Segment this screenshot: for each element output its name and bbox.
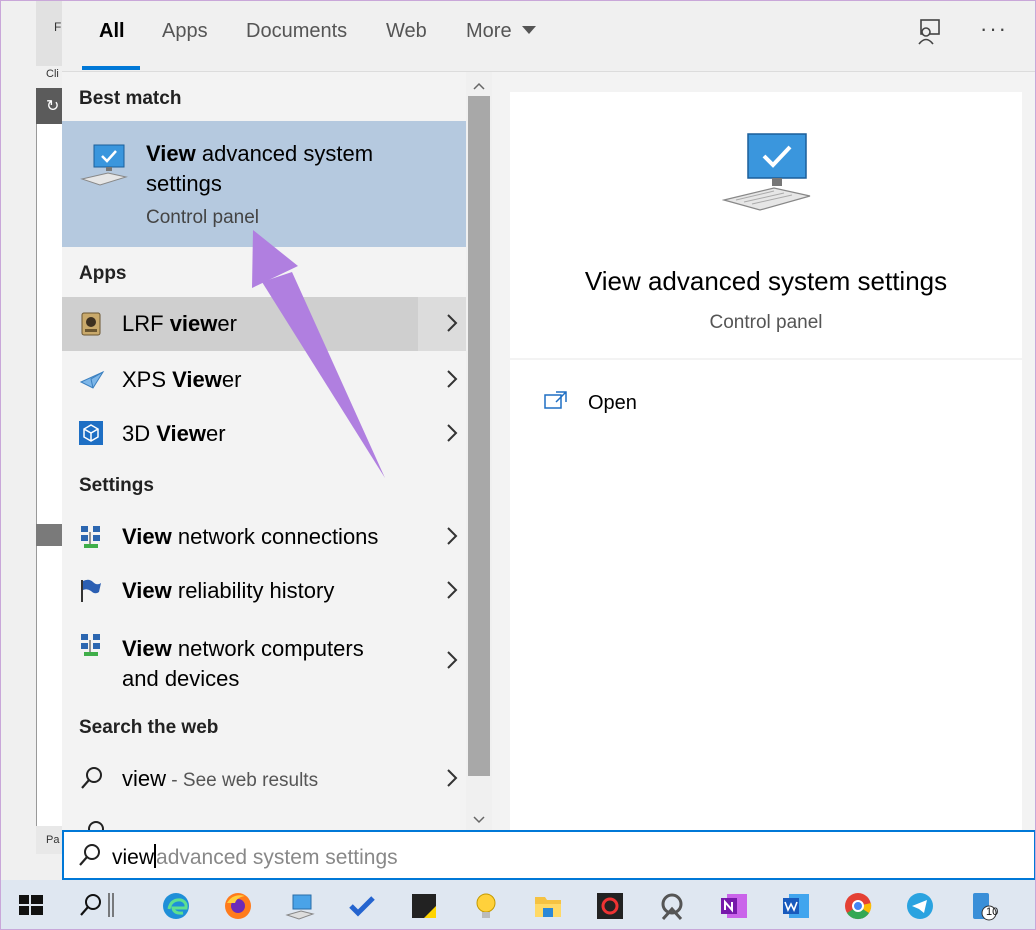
scroll-down-icon[interactable]: [473, 812, 485, 830]
app-item-3d-viewer[interactable]: 3D Viewer: [62, 407, 466, 461]
best-match-title: View advanced system settings: [146, 141, 374, 196]
search-input[interactable]: viewadvanced system settings: [62, 830, 1036, 880]
search-icon: [78, 843, 102, 872]
settings-label: View network connections: [122, 524, 379, 549]
chevron-right-icon: [446, 526, 458, 551]
scrollbar-thumb[interactable]: [468, 96, 490, 776]
computer-monitor-icon: [80, 143, 128, 192]
scroll-up-icon[interactable]: [473, 78, 485, 96]
preview-title: View advanced system settings: [584, 266, 948, 296]
refresh-icon: ↻: [46, 98, 60, 115]
best-match-header: Best match: [79, 88, 182, 109]
app-label: LRF viewer: [122, 311, 237, 336]
tab-more-label: More: [466, 20, 512, 42]
chevron-right-icon: [446, 313, 458, 338]
app-label: 3D Viewer: [122, 421, 226, 446]
background-refresh-bar: ↻: [36, 88, 62, 124]
app-icon[interactable]: [646, 880, 696, 930]
search-icon: [80, 766, 104, 795]
background-label-cli: Cli: [46, 68, 59, 80]
onenote-icon[interactable]: [708, 880, 758, 930]
network-icon: [79, 524, 103, 555]
tab-all[interactable]: All: [99, 20, 125, 43]
app-label: XPS Viewer: [122, 367, 242, 392]
settings-label: View network computers and devices: [122, 636, 364, 691]
phone-badge: 10: [986, 906, 999, 918]
3d-viewer-icon: [79, 421, 103, 450]
search-icon: [82, 820, 106, 830]
results-list: Best match View advanced system settings…: [62, 72, 466, 830]
preview-actions: Open: [510, 360, 1022, 830]
tips-icon[interactable]: [460, 880, 510, 930]
preview-pane: View advanced system settings Control pa…: [492, 72, 1036, 830]
search-typed-text: view: [112, 846, 155, 869]
chevron-right-icon: [446, 650, 458, 675]
settings-label: View reliability history: [122, 578, 335, 603]
app-item-lrf-viewer[interactable]: LRF viewer: [62, 297, 466, 351]
background-panel: [36, 124, 62, 524]
best-match-subtitle: Control panel: [146, 207, 260, 228]
settings-header: Settings: [79, 475, 154, 496]
search-panel: All Apps Documents Web More ··· Best mat…: [62, 0, 1036, 880]
sticky-notes-icon[interactable]: [398, 880, 448, 930]
obs-icon[interactable]: [584, 880, 634, 930]
search-query: viewadvanced system settings: [112, 844, 398, 870]
todo-icon[interactable]: [336, 880, 386, 930]
web-result-item[interactable]: view - See web results: [62, 752, 466, 806]
lrf-viewer-icon: [80, 311, 102, 342]
chevron-down-icon: [521, 26, 536, 34]
taskbar-divider: [104, 880, 124, 930]
network-icon: [79, 632, 103, 663]
taskbar: 10: [0, 880, 1036, 930]
settings-item-network-connections[interactable]: View network connections: [62, 510, 466, 564]
search-tabs: All Apps Documents Web More ···: [62, 0, 1036, 72]
tab-active-indicator: [82, 66, 140, 70]
best-match-item[interactable]: View advanced system settings Control pa…: [62, 121, 466, 247]
file-explorer-icon[interactable]: [522, 880, 572, 930]
app-item-xps-viewer[interactable]: XPS Viewer: [62, 353, 466, 407]
background-panel-lower: [36, 546, 62, 826]
feedback-icon[interactable]: [916, 18, 942, 51]
background-label-pa: Pa: [46, 834, 60, 846]
word-icon[interactable]: [770, 880, 820, 930]
computer-monitor-icon: [721, 130, 814, 219]
background-window: F Cli ↻ Pa: [0, 0, 62, 880]
web-result-label: view - See web results: [122, 766, 319, 791]
preview-card: View advanced system settings Control pa…: [510, 92, 1022, 358]
chevron-right-icon: [446, 580, 458, 605]
chevron-right-icon: [446, 768, 458, 793]
settings-item-reliability-history[interactable]: View reliability history: [62, 564, 466, 618]
windows-start-icon[interactable]: [6, 880, 56, 930]
firefox-icon[interactable]: [212, 880, 262, 930]
tab-apps[interactable]: Apps: [162, 20, 208, 43]
tab-documents[interactable]: Documents: [246, 20, 347, 43]
open-action[interactable]: Open: [588, 392, 637, 415]
chrome-icon[interactable]: [832, 880, 882, 930]
tab-web[interactable]: Web: [386, 20, 427, 43]
search-autocomplete: advanced system settings: [156, 846, 398, 869]
chevron-right-icon: [446, 369, 458, 394]
remote-desktop-icon[interactable]: [274, 880, 324, 930]
web-result-item-partial[interactable]: [62, 814, 466, 830]
settings-item-network-computers[interactable]: View network computers and devices: [62, 620, 466, 700]
background-label-f: F: [54, 20, 62, 34]
background-band: [36, 524, 62, 546]
flag-icon: [79, 578, 103, 609]
phone-icon[interactable]: 10: [956, 880, 1006, 930]
preview-subtitle: Control panel: [709, 312, 823, 333]
apps-header: Apps: [79, 263, 127, 284]
chevron-box[interactable]: [418, 297, 466, 351]
results-scrollbar[interactable]: [466, 72, 492, 830]
search-web-header: Search the web: [79, 717, 219, 738]
telegram-icon[interactable]: [894, 880, 944, 930]
more-options-icon[interactable]: ···: [980, 16, 1008, 42]
edge-icon[interactable]: [150, 880, 200, 930]
tab-more[interactable]: More: [466, 20, 536, 43]
xps-viewer-icon: [79, 370, 105, 395]
chevron-right-icon: [446, 423, 458, 448]
open-icon[interactable]: [544, 390, 568, 415]
